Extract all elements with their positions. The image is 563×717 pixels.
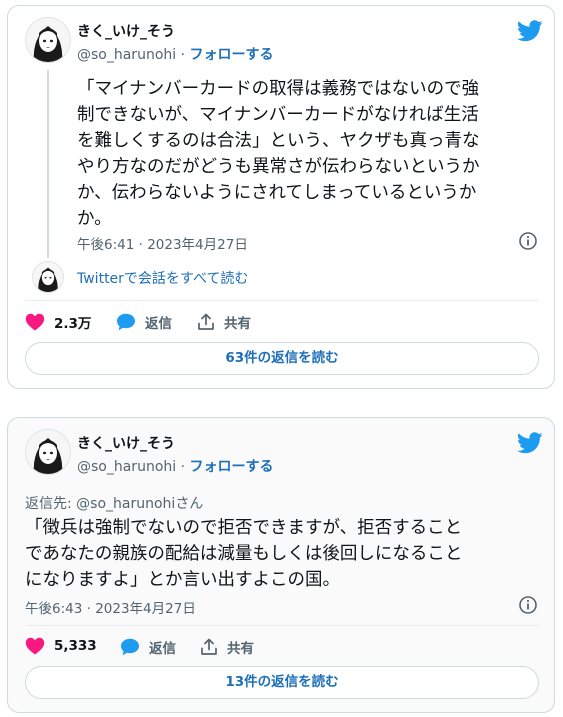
heart-icon: [25, 637, 45, 655]
author-name[interactable]: きく_いけ_そう: [77, 433, 175, 453]
like-action[interactable]: 5,333: [25, 637, 97, 655]
tweet-text: 「マイナンバーカードの取得は義務ではないので強 制できないが、マイナンバーカード…: [77, 79, 480, 229]
tweet-card-2: きく_いけ_そう @so_harunohi · フォローする 返信先: @so_…: [7, 417, 555, 713]
like-count: 5,333: [54, 638, 97, 654]
twitter-bird-icon[interactable]: [517, 20, 543, 42]
thread-connector-line: [47, 70, 49, 258]
follow-button[interactable]: フォローする: [190, 459, 274, 475]
author-handle-line: @so_harunohi · フォローする: [77, 44, 274, 64]
reply-to-suffix: さん: [175, 496, 204, 512]
like-count: 2.3万: [54, 316, 92, 332]
share-action[interactable]: 共有: [197, 312, 251, 332]
separator: ·: [176, 459, 190, 475]
reply-label: 返信: [145, 316, 172, 332]
read-replies-button[interactable]: 13件の返信を読む: [25, 666, 539, 699]
read-conversation-link[interactable]: Twitterで会話をすべて読む: [77, 268, 248, 288]
read-replies-button[interactable]: 63件の返信を読む: [25, 342, 539, 375]
share-upload-icon: [201, 638, 217, 655]
tweet-timestamp[interactable]: 午後6:41 · 2023年4月27日: [77, 233, 248, 253]
like-action[interactable]: 2.3万: [25, 312, 91, 332]
follow-button[interactable]: フォローする: [190, 47, 274, 63]
author-name[interactable]: きく_いけ_そう: [77, 21, 175, 41]
reply-action[interactable]: 返信: [116, 312, 172, 332]
heart-icon: [25, 313, 45, 331]
twitter-bird-icon[interactable]: [517, 432, 543, 454]
info-icon[interactable]: [518, 231, 538, 251]
conversation-avatar[interactable]: [32, 261, 64, 293]
author-avatar[interactable]: [25, 17, 71, 63]
share-action[interactable]: 共有: [200, 637, 254, 657]
info-icon[interactable]: [518, 595, 538, 615]
share-label: 共有: [224, 316, 251, 332]
author-handle[interactable]: @so_harunohi: [77, 459, 176, 475]
separator: ·: [176, 47, 190, 63]
speech-bubble-icon: [117, 313, 135, 331]
speech-bubble-icon: [121, 638, 139, 656]
reply-to-handle[interactable]: @so_harunohi: [76, 496, 175, 512]
author-handle-line: @so_harunohi · フォローする: [77, 456, 274, 476]
divider: [25, 300, 539, 301]
tweet-timestamp[interactable]: 午後6:43 · 2023年4月27日: [25, 597, 196, 617]
share-upload-icon: [198, 313, 214, 330]
share-label: 共有: [227, 641, 254, 657]
divider: [25, 625, 539, 626]
reply-label: 返信: [149, 641, 176, 657]
tweet-text: 「徴兵は強制でないので拒否できますが、拒否すること であなたの親族の配給は減量も…: [25, 518, 463, 590]
author-avatar[interactable]: [25, 429, 71, 475]
reply-action[interactable]: 返信: [120, 637, 176, 657]
author-handle[interactable]: @so_harunohi: [77, 47, 176, 63]
reply-to-prefix: 返信先:: [25, 496, 77, 512]
reply-to-line: 返信先: @so_harunohiさん: [25, 493, 203, 513]
tweet-card-1: きく_いけ_そう @so_harunohi · フォローする 「マイナンバーカー…: [7, 5, 555, 389]
